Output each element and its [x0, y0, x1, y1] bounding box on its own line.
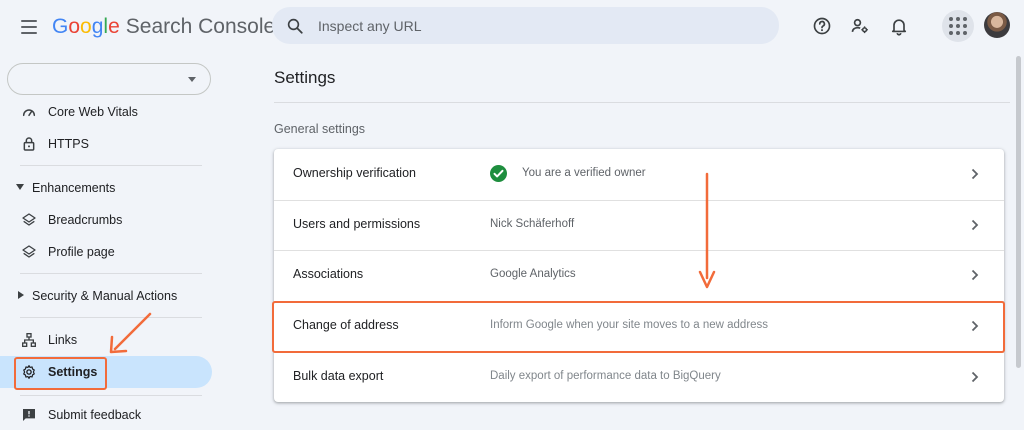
product-logo[interactable]: Google Search Console [52, 14, 275, 40]
sidebar-item-links[interactable]: Links [0, 325, 212, 355]
property-selector[interactable] [7, 63, 211, 95]
chevron-right-icon [971, 371, 979, 383]
search-icon [287, 18, 303, 34]
layers-icon [22, 213, 36, 226]
avatar[interactable] [984, 12, 1010, 38]
collapse-triangle-icon [16, 184, 24, 190]
feedback-icon [23, 409, 35, 421]
hamburger-menu-button[interactable] [14, 12, 44, 42]
apps-icon[interactable] [942, 10, 974, 42]
settings-row-associations[interactable]: Associations Google Analytics [274, 250, 1004, 300]
url-inspection-search[interactable] [272, 7, 779, 44]
notifications-icon[interactable] [886, 13, 912, 39]
highlight-box-settings [14, 357, 107, 390]
chevron-right-icon [971, 269, 979, 281]
product-name: Search Console [125, 15, 276, 38]
section-heading: General settings [274, 122, 366, 136]
settings-row-ownership-verification[interactable]: Ownership verification You are a verifie… [274, 149, 1004, 199]
links-icon [22, 333, 36, 347]
search-input[interactable] [316, 16, 740, 35]
page-title: Settings [274, 68, 336, 87]
sidebar-item-profile-page[interactable]: Profile page [0, 237, 212, 267]
title-divider [274, 102, 1010, 103]
speed-gauge-icon [22, 109, 36, 117]
sidebar-item-submit-feedback[interactable]: Submit feedback [0, 400, 212, 430]
help-icon[interactable] [809, 13, 835, 39]
expand-triangle-icon [18, 291, 24, 299]
manage-accounts-icon[interactable] [847, 13, 873, 39]
settings-card: Ownership verification You are a verifie… [274, 149, 1004, 402]
sidebar-divider [20, 395, 202, 396]
lock-icon [23, 137, 35, 151]
chevron-right-icon [971, 168, 979, 180]
settings-row-users-and-permissions[interactable]: Users and permissions Nick Schäferhoff [274, 200, 1004, 250]
sidebar-item-https[interactable]: HTTPS [0, 129, 212, 159]
verified-check-icon [490, 165, 507, 182]
top-app-bar: Google Search Console [0, 0, 1024, 54]
layers-icon [22, 245, 36, 258]
settings-row-bulk-data-export[interactable]: Bulk data export Daily export of perform… [274, 352, 1004, 402]
page-scrollbar[interactable] [1016, 56, 1021, 368]
sidebar-section-security[interactable]: Security & Manual Actions [0, 281, 212, 311]
sidebar-item-breadcrumbs[interactable]: Breadcrumbs [0, 205, 212, 235]
highlight-box-change-of-address [272, 301, 1005, 353]
sidebar-divider [20, 273, 202, 274]
row-divider [274, 200, 1004, 201]
sidebar-divider [20, 317, 202, 318]
chevron-down-icon [188, 77, 196, 82]
chevron-right-icon [971, 219, 979, 231]
sidebar-divider [20, 165, 202, 166]
row-divider [274, 250, 1004, 251]
sidebar-section-enhancements[interactable]: Enhancements [0, 173, 212, 203]
sidebar-item-core-web-vitals[interactable]: Core Web Vitals [0, 97, 212, 127]
